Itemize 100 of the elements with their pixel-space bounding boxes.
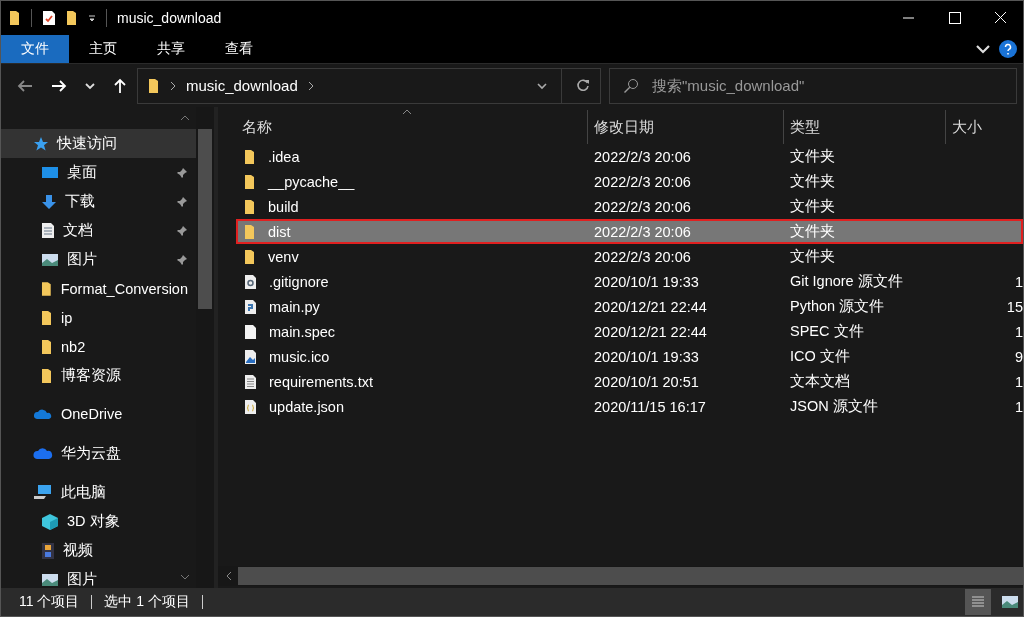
image-file-icon [244, 348, 257, 365]
scroll-down-icon[interactable] [180, 574, 190, 580]
type-cell-text: ICO 文件 [789, 347, 851, 366]
help-icon[interactable] [999, 40, 1017, 58]
sidebar-item[interactable]: 图片 [1, 565, 196, 588]
chevron-right-icon[interactable] [307, 80, 314, 91]
sidebar-label: 桌面 [67, 163, 97, 182]
computer-icon [33, 484, 53, 500]
file-row[interactable]: dist 2022/2/3 20:06 文件夹 [236, 219, 1023, 244]
forward-arrow-icon[interactable] [51, 78, 67, 93]
file-row[interactable]: .gitignore 2020/10/1 19:33 Git Ignore 源文件 1 [236, 269, 1023, 294]
type-cell-text: Git Ignore 源文件 [789, 272, 904, 291]
item-count: 11 个项目 [19, 593, 80, 611]
chevron-down-icon[interactable] [537, 81, 547, 90]
film-icon [41, 541, 55, 560]
type-cell-text: 文件夹 [789, 247, 836, 266]
sidebar-item[interactable]: 视频 [1, 536, 196, 565]
sidebar-label: 华为云盘 [61, 443, 121, 463]
dropdown-icon[interactable] [88, 14, 96, 22]
sidebar-item[interactable]: 此电脑 [1, 477, 196, 507]
window-title: music_download [117, 10, 222, 26]
sidebar-item[interactable]: ip [1, 303, 196, 332]
file-row[interactable]: music.ico 2020/10/1 19:33 ICO 文件 9 [236, 344, 1023, 369]
sidebar-label: ip [61, 309, 73, 326]
file-name: main.py [269, 298, 320, 315]
file-name: .gitignore [269, 273, 329, 290]
size-cell-text: 1 [1013, 373, 1023, 390]
type-cell-text: JSON 源文件 [789, 397, 879, 416]
scrollbar-thumb[interactable] [238, 567, 1023, 585]
column-header[interactable]: 修改日期 [588, 110, 784, 144]
type-cell-text: SPEC 文件 [789, 322, 865, 341]
date-cell-text: 2022/2/3 20:06 [593, 223, 692, 240]
sidebar-item[interactable]: 3D 对象 [1, 507, 196, 536]
list-icon [971, 595, 985, 609]
type-cell-text: 文本文档 [789, 372, 851, 391]
picture-icon [41, 572, 59, 587]
new-folder-icon[interactable] [66, 10, 78, 26]
python-file-icon [244, 298, 257, 315]
cloud-icon [33, 408, 53, 420]
column-header[interactable]: 名称 [236, 110, 588, 144]
up-arrow-icon[interactable] [113, 77, 127, 94]
back-arrow-icon[interactable] [17, 78, 33, 93]
file-row[interactable]: venv 2022/2/3 20:06 文件夹 [236, 244, 1023, 269]
file-row[interactable]: requirements.txt 2020/10/1 20:51 文本文档 1 [236, 369, 1023, 394]
download-arrow-icon [41, 193, 57, 210]
sidebar-item[interactable]: 快速访问 [1, 129, 196, 158]
sidebar-label: 快速访问 [57, 134, 117, 153]
folder-icon [41, 280, 53, 297]
scrollbar-thumb[interactable] [198, 129, 212, 309]
ribbon-tab[interactable]: 查看 [205, 35, 273, 63]
sidebar-label: 3D 对象 [67, 512, 120, 531]
type-cell-text: 文件夹 [789, 197, 836, 216]
sidebar-item[interactable]: Format_Conversion [1, 274, 196, 303]
path-segment[interactable]: music_download [186, 77, 298, 94]
ribbon-tab[interactable]: 共享 [137, 35, 205, 63]
sidebar-label: nb2 [61, 338, 86, 355]
refresh-icon[interactable] [576, 78, 590, 93]
file-row[interactable]: main.py 2020/12/21 22:44 Python 源文件 15 [236, 294, 1023, 319]
sidebar-item[interactable]: 图片 [1, 245, 196, 274]
file-row[interactable]: build 2022/2/3 20:06 文件夹 [236, 194, 1023, 219]
chevron-down-icon[interactable] [975, 43, 991, 55]
sidebar-item[interactable]: 华为云盘 [1, 438, 196, 468]
sidebar-item[interactable]: 文档 [1, 216, 196, 245]
sidebar-item[interactable]: nb2 [1, 332, 196, 361]
date-cell-text: 2020/10/1 19:33 [593, 348, 700, 365]
search-field[interactable]: 搜索"music_download" [609, 67, 1017, 104]
sidebar-item[interactable]: 博客资源 [1, 361, 196, 390]
file-row[interactable]: __pycache__ 2022/2/3 20:06 文件夹 [236, 169, 1023, 194]
cube-icon [41, 512, 59, 531]
pin-icon[interactable] [176, 166, 188, 179]
file-row[interactable]: update.json 2020/11/15 16:17 JSON 源文件 1 [236, 394, 1023, 419]
ribbon-tab[interactable]: 文件 [1, 35, 69, 63]
pin-icon[interactable] [176, 195, 188, 208]
ribbon-tab[interactable]: 主页 [69, 35, 137, 63]
file-row[interactable]: .idea 2022/2/3 20:06 文件夹 [236, 144, 1023, 169]
folder-icon [244, 148, 256, 165]
pin-icon[interactable] [176, 224, 188, 237]
selection-count: 选中 1 个项目 [104, 593, 190, 611]
file-row[interactable]: main.spec 2020/12/21 22:44 SPEC 文件 1 [236, 319, 1023, 344]
type-cell-text: 文件夹 [789, 222, 836, 241]
sidebar-label: 此电脑 [61, 482, 106, 502]
sidebar-item[interactable]: 桌面 [1, 158, 196, 187]
sidebar-item[interactable]: 下载 [1, 187, 196, 216]
properties-icon[interactable] [42, 10, 56, 26]
address-bar[interactable]: music_download [137, 67, 601, 104]
size-cell-text: 1 [1013, 323, 1023, 340]
scroll-up-icon[interactable] [180, 115, 190, 121]
scroll-left-icon[interactable] [226, 571, 232, 581]
column-header[interactable]: 类型 [784, 110, 946, 144]
column-header[interactable]: 大小 [946, 110, 1023, 144]
folder-icon [148, 77, 160, 94]
sidebar-label: 博客资源 [61, 366, 121, 385]
type-cell-text: 文件夹 [789, 147, 836, 166]
sidebar-label: OneDrive [61, 406, 123, 422]
sidebar-label: 文档 [63, 221, 93, 240]
folder-icon [244, 223, 256, 240]
pin-icon[interactable] [176, 253, 188, 266]
sidebar-label: 视频 [63, 541, 93, 560]
date-cell-text: 2022/2/3 20:06 [593, 148, 692, 165]
sidebar-item[interactable]: OneDrive [1, 399, 196, 429]
